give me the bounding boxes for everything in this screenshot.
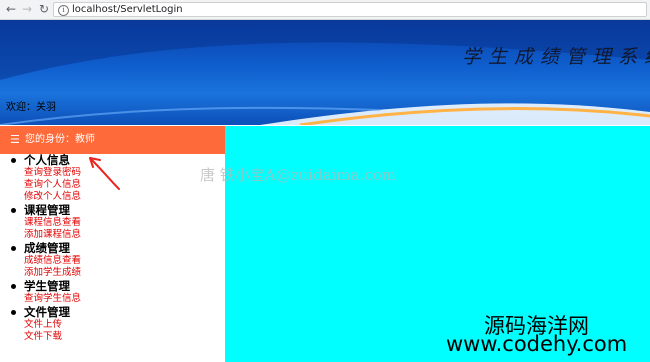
welcome-text: 欢迎：关羽: [6, 102, 56, 113]
group-title: 课程管理: [24, 203, 70, 217]
group-title: 文件管理: [24, 305, 70, 319]
menu-group-personal-info: 个人信息 查询登录密码 查询个人信息 修改个人信息: [11, 153, 211, 203]
group-title: 个人信息: [24, 153, 70, 167]
bullet-icon: [11, 310, 16, 315]
group-title: 成绩管理: [24, 241, 70, 255]
menu-group-course-management: 课程管理 课程信息查看 添加课程信息: [11, 203, 211, 241]
menu-group-student-management: 学生管理 查询学生信息: [11, 279, 211, 305]
bullet-icon: [11, 208, 16, 213]
watermark-url: www.codehy.com: [446, 332, 628, 356]
sidebar-menu: 个人信息 查询登录密码 查询个人信息 修改个人信息 课程管理 课程信息查看 添加…: [11, 153, 211, 343]
browser-toolbar: ← → ↻ i localhost/ServletLogin: [0, 0, 650, 20]
link-file-upload[interactable]: 文件上传: [24, 319, 211, 331]
header-banner: 学生成绩管理系统 欢迎：关羽: [0, 20, 650, 125]
link-file-download[interactable]: 文件下载: [24, 331, 211, 343]
bullet-icon: [11, 246, 16, 251]
bullet-icon: [11, 158, 16, 163]
watermark-text: 唐 铁小宝A@zuidaima.com: [200, 166, 396, 184]
system-title: 学生成绩管理系统: [462, 46, 650, 68]
bullet-icon: [11, 284, 16, 289]
link-query-login-password[interactable]: 查询登录密码: [24, 167, 211, 179]
forward-arrow-icon[interactable]: →: [20, 2, 34, 16]
url-text[interactable]: localhost/ServletLogin: [72, 3, 183, 16]
link-view-course-info[interactable]: 课程信息查看: [24, 217, 211, 229]
link-edit-personal-info[interactable]: 修改个人信息: [24, 191, 211, 203]
reload-icon[interactable]: ↻: [37, 2, 51, 16]
link-add-course-info[interactable]: 添加课程信息: [24, 229, 211, 241]
link-add-student-grade[interactable]: 添加学生成绩: [24, 267, 211, 279]
address-bar[interactable]: i localhost/ServletLogin: [53, 2, 647, 17]
info-icon[interactable]: i: [58, 5, 69, 16]
link-view-grade-info[interactable]: 成绩信息查看: [24, 255, 211, 267]
link-query-personal-info[interactable]: 查询个人信息: [24, 179, 211, 191]
banner-swoosh-graphic: [0, 20, 650, 125]
identity-label: 您的身份：教师: [25, 134, 95, 145]
group-title: 学生管理: [24, 279, 70, 293]
menu-group-grade-management: 成绩管理 成绩信息查看 添加学生成绩: [11, 241, 211, 279]
back-arrow-icon[interactable]: ←: [4, 2, 18, 16]
identity-bar: ☰ 您的身份：教师: [0, 126, 225, 154]
sidebar: ☰ 您的身份：教师 个人信息 查询登录密码 查询个人信息 修改个人信息 课程管理…: [0, 126, 225, 362]
link-query-student-info[interactable]: 查询学生信息: [24, 293, 211, 305]
hamburger-menu-icon[interactable]: ☰: [10, 134, 20, 146]
menu-group-file-management: 文件管理 文件上传 文件下载: [11, 305, 211, 343]
